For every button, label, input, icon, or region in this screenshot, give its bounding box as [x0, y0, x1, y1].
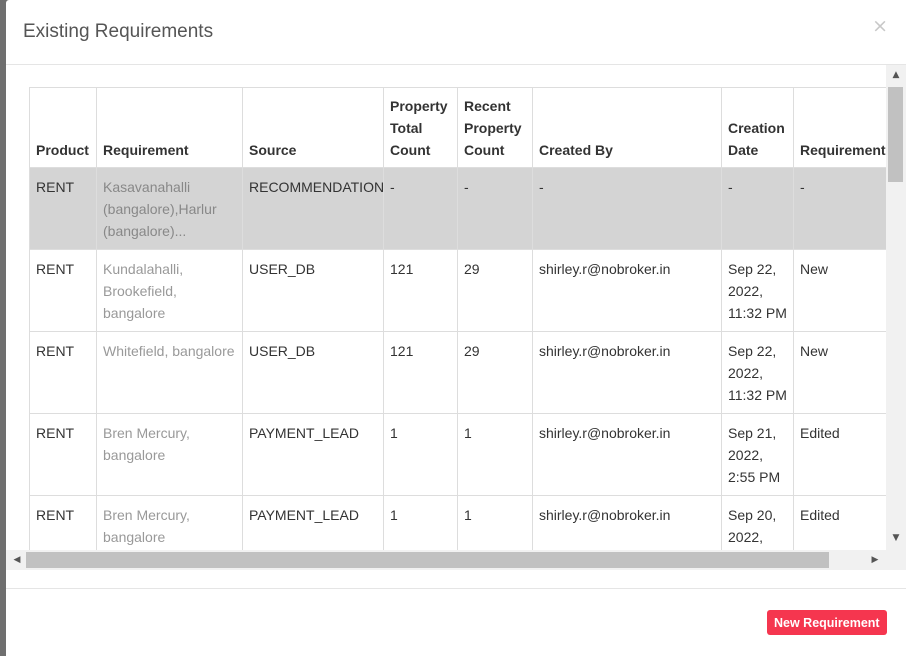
column-header-property-total-count[interactable]: Property Total Count — [383, 87, 458, 168]
cell-created-by: shirley.r@nobroker.in — [532, 413, 722, 496]
cell-recent-property-count: - — [457, 167, 533, 250]
table-header-row: Product Requirement Source Property Tota… — [29, 87, 906, 168]
cell-creation-date: Sep 22, 2022, 11:32 PM — [721, 331, 794, 414]
cell-creation-date: - — [721, 167, 794, 250]
existing-requirements-modal: Existing Requirements × Product Requirem… — [6, 0, 906, 656]
cell-requirement: Kasavanahalli (bangalore),Harlur (bangal… — [96, 167, 243, 250]
cell-property-total-count: - — [383, 167, 458, 250]
cell-created-by: shirley.r@nobroker.in — [532, 331, 722, 414]
vertical-scrollbar[interactable]: ▲ ▼ — [886, 65, 906, 550]
scroll-left-icon[interactable]: ◀ — [8, 550, 26, 570]
table-row[interactable]: RENT Kundalahalli, Brookefield, bangalore… — [29, 249, 906, 332]
cell-requirement: Kundalahalli, Brookefield, bangalore — [96, 249, 243, 332]
table-row[interactable]: RENT Kasavanahalli (bangalore),Harlur (ba… — [29, 167, 906, 250]
cell-created-by: shirley.r@nobroker.in — [532, 495, 722, 550]
column-header-requirement[interactable]: Requirement — [96, 87, 243, 168]
scroll-down-icon[interactable]: ▼ — [886, 530, 906, 546]
cell-requirement: Whitefield, bangalore — [96, 331, 243, 414]
horizontal-scrollbar[interactable]: ◀ ▶ — [6, 550, 886, 570]
cell-creation-date: Sep 20, 2022, 10:18 PM — [721, 495, 794, 550]
horizontal-scrollbar-thumb[interactable] — [26, 552, 829, 568]
cell-source: USER_DB — [242, 331, 384, 414]
cell-product: RENT — [29, 495, 97, 550]
new-requirement-button[interactable]: New Requirement — [767, 610, 887, 635]
table-row[interactable]: RENT Whitefield, bangalore USER_DB 121 29 shi… — [29, 331, 906, 414]
cell-property-total-count: 121 — [383, 331, 458, 414]
cell-product: RENT — [29, 413, 97, 496]
table-row[interactable]: RENT Bren Mercury, bangalore PAYMENT_LEAD 1… — [29, 495, 906, 550]
cell-product: RENT — [29, 249, 97, 332]
modal-header: Existing Requirements × — [6, 0, 906, 65]
column-header-source[interactable]: Source — [242, 87, 384, 168]
column-header-recent-property-count[interactable]: Recent Property Count — [457, 87, 533, 168]
close-button[interactable]: × — [872, 17, 888, 36]
cell-source: PAYMENT_LEAD — [242, 413, 384, 496]
cell-source: RECOMMENDATION — [242, 167, 384, 250]
column-header-creation-date[interactable]: Creation Date — [721, 87, 794, 168]
cell-property-total-count: 121 — [383, 249, 458, 332]
vertical-scrollbar-thumb[interactable] — [888, 87, 903, 182]
requirements-table-viewport[interactable]: Product Requirement Source Property Tota… — [6, 65, 906, 550]
cell-property-total-count: 1 — [383, 495, 458, 550]
scroll-up-icon[interactable]: ▲ — [886, 67, 906, 83]
cell-source: PAYMENT_LEAD — [242, 495, 384, 550]
cell-created-by: shirley.r@nobroker.in — [532, 249, 722, 332]
cell-created-by: - — [532, 167, 722, 250]
cell-recent-property-count: 29 — [457, 331, 533, 414]
scroll-right-icon[interactable]: ▶ — [866, 550, 884, 570]
cell-property-total-count: 1 — [383, 413, 458, 496]
table-row[interactable]: RENT Bren Mercury, bangalore PAYMENT_LEAD 1… — [29, 413, 906, 496]
cell-creation-date: Sep 21, 2022, 2:55 PM — [721, 413, 794, 496]
cell-product: RENT — [29, 331, 97, 414]
column-header-created-by[interactable]: Created By — [532, 87, 722, 168]
requirements-table: Product Requirement Source Property Tota… — [29, 87, 906, 550]
cell-creation-date: Sep 22, 2022, 11:32 PM — [721, 249, 794, 332]
cell-source: USER_DB — [242, 249, 384, 332]
cell-recent-property-count: 29 — [457, 249, 533, 332]
modal-footer: New Requirement — [6, 588, 906, 656]
cell-requirement: Bren Mercury, bangalore — [96, 413, 243, 496]
column-header-product[interactable]: Product — [29, 87, 97, 168]
cell-product: RENT — [29, 167, 97, 250]
scrollbar-corner — [886, 550, 906, 570]
table-body: RENT Kasavanahalli (bangalore),Harlur (ba… — [29, 167, 906, 550]
cell-requirement: Bren Mercury, bangalore — [96, 495, 243, 550]
cell-recent-property-count: 1 — [457, 495, 533, 550]
cell-recent-property-count: 1 — [457, 413, 533, 496]
modal-title: Existing Requirements — [23, 21, 214, 42]
